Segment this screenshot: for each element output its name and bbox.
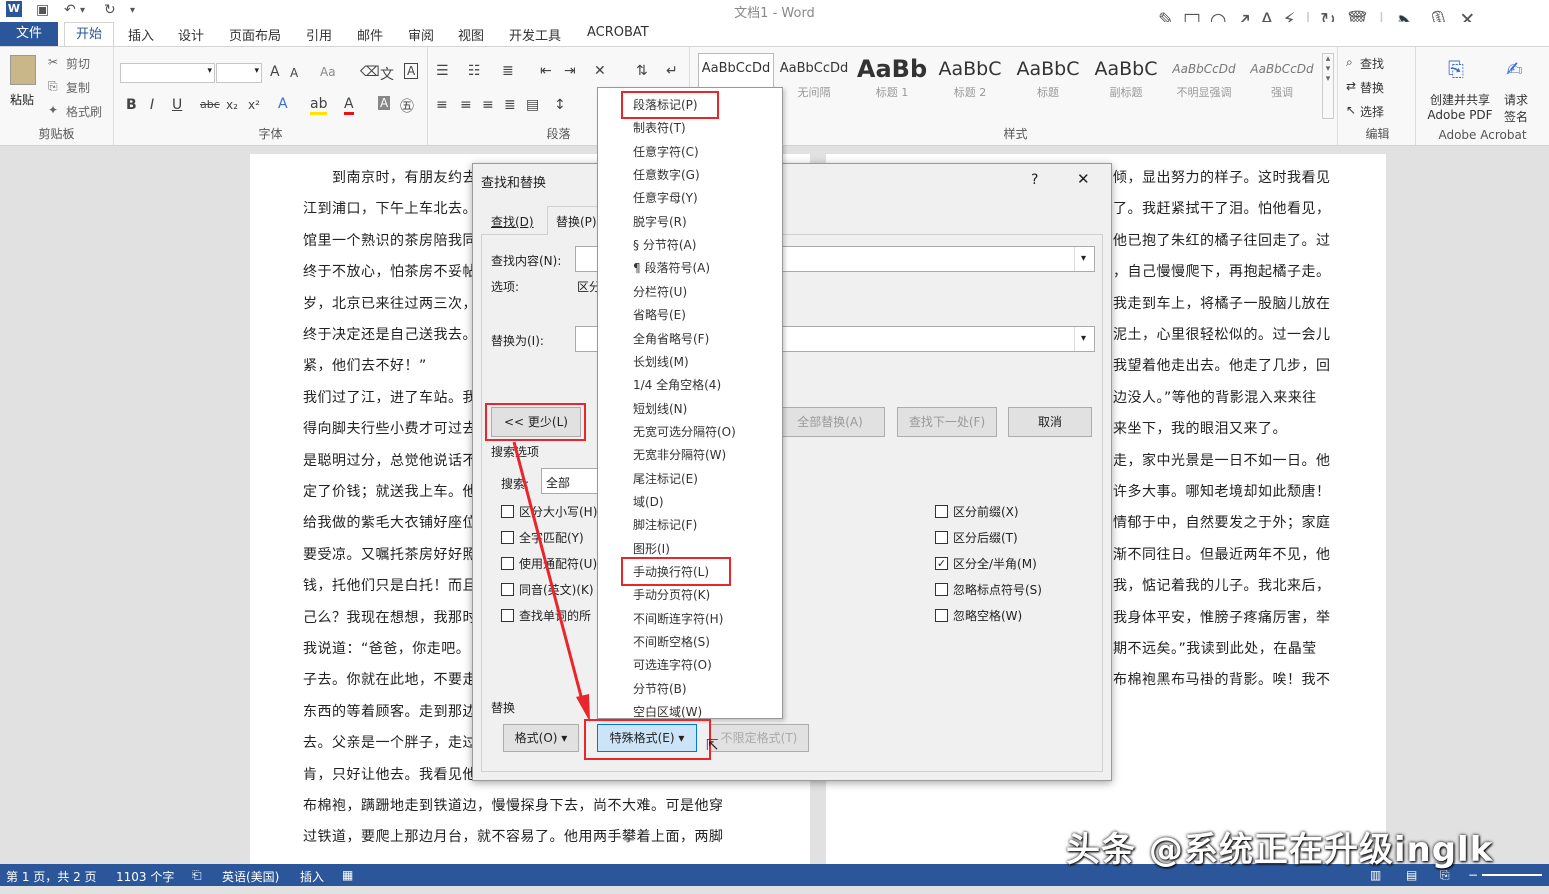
arrow-head xyxy=(576,694,590,722)
watermark: 头条 @系统正在升级inglk xyxy=(1066,830,1494,870)
annotation-arrow xyxy=(512,441,590,722)
word-window: W ▣ ↶ ▾ ↻ ▾ 文档1 - Word ✎ □ ○ ↗ A ⚡ | ↻ 🗑… xyxy=(0,0,1549,894)
mouse-cursor-icon: ⇱ xyxy=(706,736,719,754)
proofing-icon[interactable]: ⎗ xyxy=(192,868,202,883)
macro-icon[interactable]: ▦ xyxy=(342,868,353,882)
insert-mode[interactable]: 插入 xyxy=(300,868,324,885)
zoom-slider[interactable] xyxy=(1482,874,1542,876)
language-indicator[interactable]: 英语(美国) xyxy=(222,868,279,885)
bottom-edge xyxy=(0,886,1549,894)
page-count[interactable]: 第 1 页，共 2 页 xyxy=(6,868,97,885)
word-count[interactable]: 1103 个字 xyxy=(116,868,174,885)
